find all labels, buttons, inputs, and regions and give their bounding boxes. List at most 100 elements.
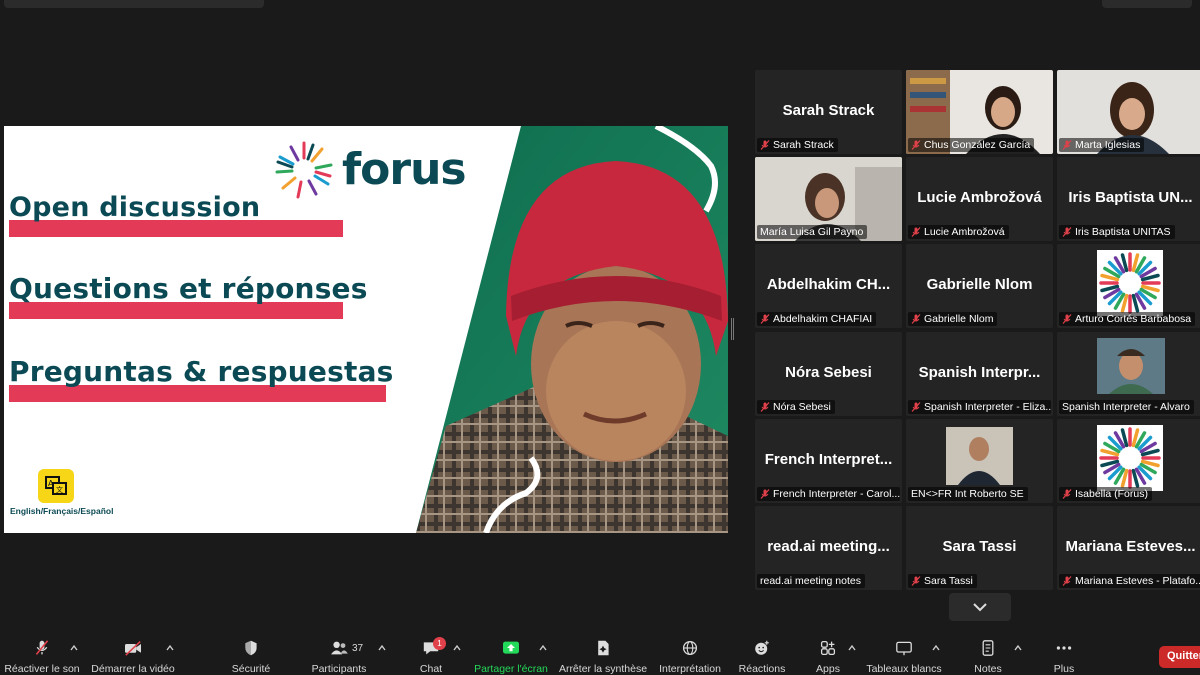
participant-name: Chus González García <box>924 139 1031 151</box>
participant-name-label: Spanish Interpreter - Alvaro <box>1059 400 1194 414</box>
apps-icon <box>820 640 836 656</box>
participant-name: Spanish Interpreter - Eliza... <box>924 401 1051 413</box>
participant-name-label: Iris Baptista UNITAS <box>1059 225 1175 239</box>
participant-name: French Interpreter - Carol... <box>773 488 900 500</box>
ai-summary-icon <box>598 640 609 656</box>
participant-name-label: French Interpreter - Carol... <box>757 487 900 501</box>
share-screen-icon <box>503 641 519 654</box>
notes-options-caret-icon[interactable] <box>1014 644 1022 652</box>
unmute-button[interactable]: Réactiver le son <box>4 632 80 675</box>
participant-tile[interactable]: read.ai meeting... read.ai meeting notes <box>755 506 902 590</box>
forus-logo: forus <box>274 140 467 200</box>
participant-name-label: Chus González García <box>908 138 1035 152</box>
participant-tile[interactable]: Iris Baptista UN... Iris Baptista UNITAS <box>1057 157 1200 241</box>
participant-tile[interactable]: Lucie Ambrožová Lucie Ambrožová <box>906 157 1053 241</box>
participant-display-name: Mariana Esteves... <box>1065 538 1196 555</box>
notes-button[interactable]: Notes <box>968 632 1008 675</box>
video-options-caret-icon[interactable] <box>166 644 174 652</box>
apps-label: Apps <box>816 663 840 675</box>
participant-tile[interactable]: Spanish Interpreter - Alvaro <box>1057 332 1200 416</box>
participant-tile[interactable]: French Interpret... French Interpreter - … <box>755 419 902 503</box>
chevron-down-icon <box>973 602 987 611</box>
forus-wordmark: forus <box>342 144 467 195</box>
participant-name: María Luisa Gil Payno <box>760 226 864 238</box>
gallery-next-page-button[interactable] <box>949 593 1011 621</box>
shield-icon <box>245 640 257 656</box>
participant-name-label: read.ai meeting notes <box>757 574 865 588</box>
participant-name: Isabella (Forus) <box>1075 488 1148 500</box>
participant-name-label: Gabrielle Nlom <box>908 312 998 326</box>
participant-tile[interactable]: Sara Tassi Sara Tassi <box>906 506 1053 590</box>
participant-display-name: read.ai meeting... <box>767 538 890 555</box>
mic-muted-icon <box>760 140 770 150</box>
participant-display-name: Sarah Strack <box>782 102 875 119</box>
interpretation-label: Interprétation <box>659 663 721 675</box>
mic-muted-icon <box>1062 140 1072 150</box>
participants-count: 37 <box>352 643 364 654</box>
participant-tile[interactable]: Spanish Interpr... Spanish Interpreter - … <box>906 332 1053 416</box>
stop-summary-label: Arrêter la synthèse <box>558 663 648 675</box>
participant-tile[interactable]: Arturo Cortés Barbabosa <box>1057 244 1200 328</box>
slide-line-preguntas: Preguntas & respuestas <box>9 355 394 388</box>
view-options-bar[interactable] <box>1102 0 1192 8</box>
more-button[interactable]: Plus <box>1046 632 1082 675</box>
participants-label: Participants <box>311 663 367 675</box>
participant-name-label: Mariana Esteves - Platafo... <box>1059 574 1200 588</box>
security-button[interactable]: Sécurité <box>225 632 277 675</box>
participant-tile[interactable]: Abdelhakim CH... Abdelhakim CHAFIAI <box>755 244 902 328</box>
whiteboards-button[interactable]: Tableaux blancs <box>866 632 942 675</box>
participant-tile[interactable]: Marta Iglesias <box>1057 70 1200 154</box>
participant-name-label: Sarah Strack <box>757 138 838 152</box>
apps-options-caret-icon[interactable] <box>848 644 856 652</box>
notes-label: Notes <box>974 663 1002 675</box>
participant-display-name: Gabrielle Nlom <box>926 276 1033 293</box>
mic-muted-icon <box>760 489 770 499</box>
svg-text:文: 文 <box>56 485 63 494</box>
participant-name: Abdelhakim CHAFIAI <box>773 313 873 325</box>
reactions-button[interactable]: Réactions <box>736 632 788 675</box>
video-off-icon <box>125 641 141 656</box>
start-video-button[interactable]: Démarrer la vidéo <box>90 632 176 675</box>
participant-name-label: EN<>FR Int Roberto SE <box>908 487 1028 501</box>
participant-name-label: Sara Tassi <box>908 574 977 588</box>
interpretation-button[interactable]: Interprétation <box>656 632 724 675</box>
audio-options-caret-icon[interactable] <box>70 644 78 652</box>
whiteboards-options-caret-icon[interactable] <box>932 644 940 652</box>
split-view-handle[interactable] <box>731 318 734 340</box>
meeting-info-bar[interactable] <box>4 0 264 8</box>
participant-tile[interactable]: Isabella (Forus) <box>1057 419 1200 503</box>
mic-muted-icon <box>1062 314 1072 324</box>
mic-muted-icon <box>911 402 921 412</box>
mic-muted-icon <box>1062 489 1072 499</box>
participant-tile[interactable]: Nóra Sebesi Nóra Sebesi <box>755 332 902 416</box>
participant-name: Sara Tassi <box>924 575 973 587</box>
participant-tile[interactable]: EN<>FR Int Roberto SE <box>906 419 1053 503</box>
participant-name: Sarah Strack <box>773 139 834 151</box>
participant-tile[interactable]: María Luisa Gil Payno <box>755 157 902 241</box>
stop-summary-button[interactable]: Arrêter la synthèse <box>558 632 648 675</box>
participant-tile[interactable]: Gabrielle Nlom Gabrielle Nlom <box>906 244 1053 328</box>
whiteboards-label: Tableaux blancs <box>866 663 942 675</box>
participants-options-caret-icon[interactable] <box>378 644 386 652</box>
share-screen-button[interactable]: Partager l'écran <box>472 632 550 675</box>
more-label: Plus <box>1053 663 1075 675</box>
participant-tile[interactable]: Mariana Esteves... Mariana Esteves - Plat… <box>1057 506 1200 590</box>
mic-muted-icon <box>760 314 770 324</box>
participant-name-label: Abdelhakim CHAFIAI <box>757 312 877 326</box>
mic-muted-icon <box>35 640 49 655</box>
chat-label: Chat <box>419 663 443 675</box>
participant-name-label: Arturo Cortés Barbabosa <box>1059 312 1196 326</box>
mic-muted-icon <box>911 140 921 150</box>
share-options-caret-icon[interactable] <box>539 644 547 652</box>
chat-options-caret-icon[interactable] <box>453 644 461 652</box>
more-dots-icon <box>1056 646 1072 650</box>
apps-button[interactable]: Apps <box>810 632 846 675</box>
whiteboard-icon <box>896 641 912 656</box>
participant-tile[interactable]: Sarah Strack Sarah Strack <box>755 70 902 154</box>
participant-tile[interactable]: Chus González García <box>906 70 1053 154</box>
forus-sunburst-icon <box>275 141 333 199</box>
participant-name-label: Lucie Ambrožová <box>908 225 1009 239</box>
quit-button[interactable]: Quitter <box>1159 646 1200 668</box>
participants-icon <box>331 641 348 655</box>
mic-muted-icon <box>1062 576 1072 586</box>
